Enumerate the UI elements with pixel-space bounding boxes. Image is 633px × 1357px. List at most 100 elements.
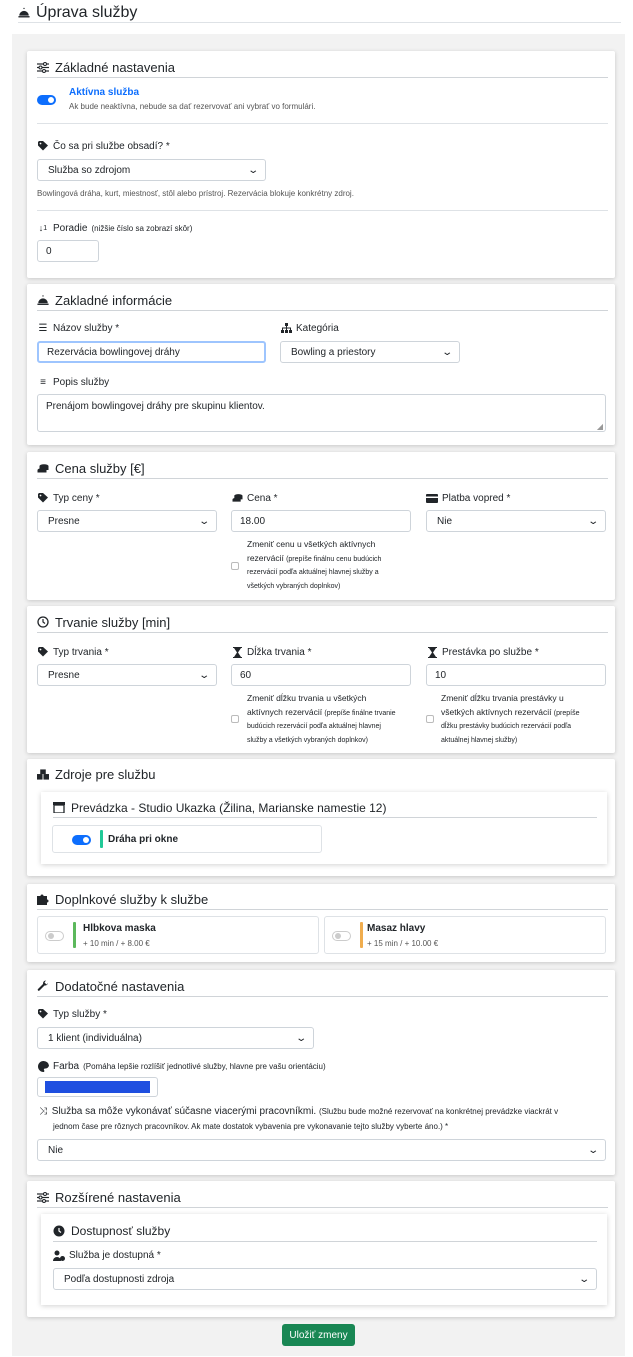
bell-icon xyxy=(37,294,49,306)
update-price-note: Zmeniť cenu u všetkých aktívnych rezervá… xyxy=(247,538,427,593)
update-price-note-line2: rezervácií xyxy=(247,552,284,563)
tag-icon xyxy=(37,1008,49,1020)
chevron-down-icon: ⌄ xyxy=(197,515,210,527)
addons-title: Doplnkové služby k službe xyxy=(37,889,608,910)
coins-icon xyxy=(231,492,243,504)
bell-icon xyxy=(18,7,30,19)
basic-info-heading: Zakladné informácie xyxy=(55,292,173,308)
palette-icon xyxy=(37,1060,49,1072)
active-service-help: Ak bude neaktívna, nebude sa dať rezervo… xyxy=(69,102,316,111)
basic-info-title: Zakladné informácie xyxy=(37,290,608,311)
resize-handle-icon[interactable]: ◢ xyxy=(597,422,603,431)
assign-label-text: Čo sa pri službe obsadí? * xyxy=(53,140,170,152)
break-label-text: Prestávka po službe * xyxy=(442,646,539,658)
addon-toggle[interactable] xyxy=(45,931,64,941)
duration-type-label-text: Typ trvania * xyxy=(53,646,109,658)
color-picker[interactable] xyxy=(37,1077,158,1097)
available-select[interactable]: Podľa dostupnosti zdroja ⌄ xyxy=(53,1268,597,1290)
price-input[interactable]: 18.00 xyxy=(231,510,411,532)
order-hint: (nižšie číslo sa zobrazí skôr) xyxy=(91,223,193,233)
puzzle-icon xyxy=(37,893,49,905)
price-type-label: Typ ceny * xyxy=(37,492,100,504)
name-label-text: Názov služby * xyxy=(53,322,120,334)
addon-color-bar xyxy=(360,922,363,948)
update-break-checkbox[interactable] xyxy=(426,715,434,723)
order-input[interactable]: 0 xyxy=(37,240,99,262)
service-type-select[interactable]: 1 klient (individuálna) ⌄ xyxy=(37,1027,314,1049)
update-break-note-line4: aktuálnej hlavnej služby) xyxy=(441,736,518,744)
sliders-icon xyxy=(37,61,49,73)
location-title: Prevádzka - Studio Ukazka (Žilina, Maria… xyxy=(53,798,597,818)
duration-type-select[interactable]: Presne ⌄ xyxy=(37,664,217,686)
break-input[interactable]: 10 xyxy=(426,664,606,686)
price-type-value: Presne xyxy=(48,515,80,527)
price-type-select[interactable]: Presne ⌄ xyxy=(37,510,217,532)
update-price-checkbox[interactable] xyxy=(231,562,239,570)
length-label-text: Dĺžka trvania * xyxy=(247,646,312,658)
service-name-input[interactable]: Rezervácia bowlingovej dráhy xyxy=(37,341,266,363)
addon-toggle[interactable] xyxy=(332,931,351,941)
wrench-icon xyxy=(37,980,49,992)
sitemap-icon xyxy=(280,322,292,334)
assign-label: Čo sa pri službe obsadí? * xyxy=(37,140,170,152)
update-length-note-line2: aktívnych rezervácií xyxy=(247,706,323,717)
color-label: Farba (Pomáha lepšie rozlíšiť jednotlivé… xyxy=(37,1060,326,1072)
credit-card-icon xyxy=(426,492,438,504)
price-heading: Cena služby [€] xyxy=(55,460,145,476)
sort-numeric-icon: ↓ 1 xyxy=(38,223,48,233)
length-input[interactable]: 60 xyxy=(231,664,411,686)
multi-worker-select[interactable]: Nie ⌄ xyxy=(37,1139,606,1161)
update-break-note: Zmeniť dĺžku trvania prestávky u všetkýc… xyxy=(441,692,616,747)
align-left-icon: ≡ xyxy=(40,376,46,388)
update-price-note-line1: Zmeniť cenu u všetkých aktívnych xyxy=(247,539,376,549)
shuffle-icon: ⤨ xyxy=(39,1106,47,1117)
description-value: Prenájom bowlingovej dráhy pre skupinu k… xyxy=(46,401,265,412)
addon-detail: + 15 min / + 10.00 € xyxy=(367,939,439,948)
chevron-down-icon: ⌄ xyxy=(440,346,453,358)
multi-worker-label: ⤨ Služba sa môže vykonávať súčasne viace… xyxy=(37,1104,607,1134)
update-break-note-line2: všetkých aktívnych rezervácií xyxy=(441,706,552,717)
page-title-text: Úprava služby xyxy=(36,4,138,21)
addon-color-bar xyxy=(73,922,76,948)
list-icon: ☰ xyxy=(38,322,48,334)
addon-item[interactable]: Masaz hlavy + 15 min / + 10.00 € xyxy=(324,916,606,954)
addons-card: Doplnkové služby k službe Hlbkova maska … xyxy=(27,884,615,962)
update-length-note-line4: služby a všetkých vybraných doplnkov) xyxy=(247,736,368,744)
update-length-note: Zmeniť dĺžku trvania u všetkých aktívnyc… xyxy=(247,692,427,747)
update-length-checkbox[interactable] xyxy=(231,715,239,723)
resource-toggle[interactable] xyxy=(72,835,91,845)
price-label: Cena * xyxy=(231,492,278,504)
duration-type-value: Presne xyxy=(48,669,80,681)
hourglass-icon xyxy=(231,646,243,658)
resources-card: Zdroje pre službu Prevádzka - Studio Uka… xyxy=(27,759,615,876)
category-label: Kategória xyxy=(280,322,339,334)
extended-title: Rozšírené nastavenia xyxy=(37,1187,608,1208)
prepay-select[interactable]: Nie ⌄ xyxy=(426,510,606,532)
basic-info-card: Zakladné informácie ☰ Názov služby * Rez… xyxy=(27,284,615,445)
category-select-value: Bowling a priestory xyxy=(291,346,376,358)
category-select[interactable]: Bowling a priestory ⌄ xyxy=(280,341,460,363)
page-title: Úprava služby xyxy=(18,4,621,23)
update-price-note-line2-small: (prepíše finálnu cenu budúcich xyxy=(286,555,382,563)
addons-heading: Doplnkové služby k službe xyxy=(55,891,209,907)
location-title-text: Prevádzka - Studio Ukazka (Žilina, Maria… xyxy=(71,800,387,815)
addon-item[interactable]: Hlbkova maska + 10 min / + 8.00 € xyxy=(37,916,319,954)
assign-select[interactable]: Služba so zdrojom ⌄ xyxy=(37,159,266,181)
assign-help: Bowlingová dráha, kurt, miestnosť, stôl … xyxy=(37,189,354,198)
resource-item[interactable]: Dráha pri okne xyxy=(52,825,322,853)
active-service-toggle[interactable] xyxy=(37,95,56,105)
location-card: Prevádzka - Studio Ukazka (Žilina, Maria… xyxy=(41,792,607,864)
available-value: Podľa dostupnosti zdroja xyxy=(64,1273,175,1285)
extended-heading: Rozšírené nastavenia xyxy=(55,1189,181,1205)
color-label-text: Farba xyxy=(53,1060,80,1072)
update-price-note-line4: všetkých vybraných doplnkov) xyxy=(247,582,341,590)
duration-heading: Trvanie služby [min] xyxy=(55,614,171,630)
service-name-value: Rezervácia bowlingovej dráhy xyxy=(47,346,180,358)
resources-heading: Zdroje pre službu xyxy=(55,767,156,782)
break-label: Prestávka po službe * xyxy=(426,646,539,658)
description-textarea[interactable]: Prenájom bowlingovej dráhy pre skupinu k… xyxy=(37,394,606,432)
multi-worker-label-text: Služba sa môže vykonávať súčasne viacerý… xyxy=(51,1106,317,1117)
save-button[interactable]: Uložiť zmeny xyxy=(282,1324,355,1346)
tag-icon xyxy=(37,646,49,658)
price-type-label-text: Typ ceny * xyxy=(53,492,100,504)
